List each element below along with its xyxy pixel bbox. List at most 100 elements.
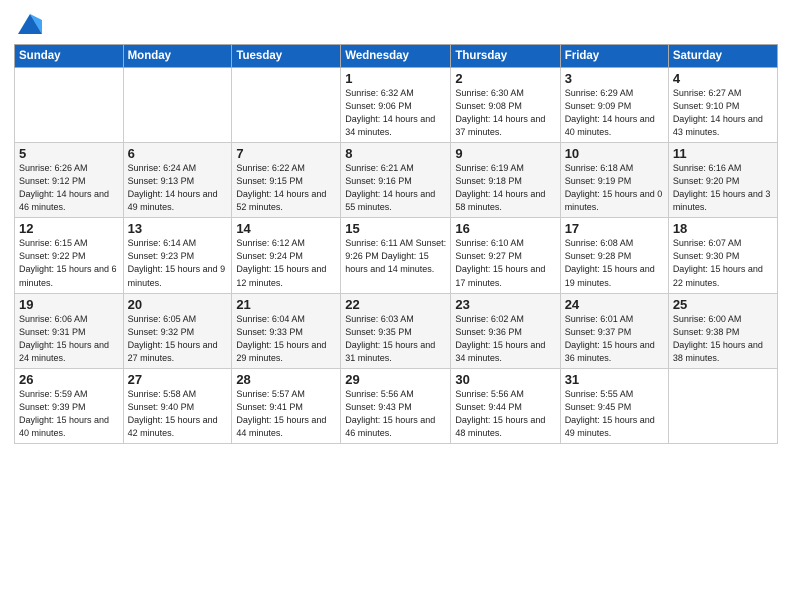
day-number: 7 <box>236 146 336 161</box>
calendar-cell: 27Sunrise: 5:58 AM Sunset: 9:40 PM Dayli… <box>123 368 232 443</box>
calendar-cell: 5Sunrise: 6:26 AM Sunset: 9:12 PM Daylig… <box>15 143 124 218</box>
day-info: Sunrise: 5:59 AM Sunset: 9:39 PM Dayligh… <box>19 388 119 440</box>
week-row-4: 26Sunrise: 5:59 AM Sunset: 9:39 PM Dayli… <box>15 368 778 443</box>
day-info: Sunrise: 6:21 AM Sunset: 9:16 PM Dayligh… <box>345 162 446 214</box>
day-header-friday: Friday <box>560 45 668 68</box>
day-info: Sunrise: 6:29 AM Sunset: 9:09 PM Dayligh… <box>565 87 664 139</box>
day-info: Sunrise: 5:56 AM Sunset: 9:43 PM Dayligh… <box>345 388 446 440</box>
days-header-row: SundayMondayTuesdayWednesdayThursdayFrid… <box>15 45 778 68</box>
calendar-cell: 9Sunrise: 6:19 AM Sunset: 9:18 PM Daylig… <box>451 143 560 218</box>
calendar-table: SundayMondayTuesdayWednesdayThursdayFrid… <box>14 44 778 444</box>
calendar-cell: 4Sunrise: 6:27 AM Sunset: 9:10 PM Daylig… <box>668 68 777 143</box>
calendar-body: 1Sunrise: 6:32 AM Sunset: 9:06 PM Daylig… <box>15 68 778 444</box>
calendar-cell: 7Sunrise: 6:22 AM Sunset: 9:15 PM Daylig… <box>232 143 341 218</box>
calendar-header: SundayMondayTuesdayWednesdayThursdayFrid… <box>15 45 778 68</box>
day-number: 15 <box>345 221 446 236</box>
day-number: 1 <box>345 71 446 86</box>
calendar-cell: 22Sunrise: 6:03 AM Sunset: 9:35 PM Dayli… <box>341 293 451 368</box>
calendar-cell: 31Sunrise: 5:55 AM Sunset: 9:45 PM Dayli… <box>560 368 668 443</box>
calendar-cell: 24Sunrise: 6:01 AM Sunset: 9:37 PM Dayli… <box>560 293 668 368</box>
day-number: 23 <box>455 297 555 312</box>
logo-icon <box>16 10 44 38</box>
calendar-cell: 25Sunrise: 6:00 AM Sunset: 9:38 PM Dayli… <box>668 293 777 368</box>
day-number: 22 <box>345 297 446 312</box>
day-info: Sunrise: 6:07 AM Sunset: 9:30 PM Dayligh… <box>673 237 773 289</box>
day-number: 26 <box>19 372 119 387</box>
day-number: 21 <box>236 297 336 312</box>
day-info: Sunrise: 6:04 AM Sunset: 9:33 PM Dayligh… <box>236 313 336 365</box>
day-info: Sunrise: 6:00 AM Sunset: 9:38 PM Dayligh… <box>673 313 773 365</box>
day-info: Sunrise: 6:22 AM Sunset: 9:15 PM Dayligh… <box>236 162 336 214</box>
calendar-cell: 21Sunrise: 6:04 AM Sunset: 9:33 PM Dayli… <box>232 293 341 368</box>
day-info: Sunrise: 5:58 AM Sunset: 9:40 PM Dayligh… <box>128 388 228 440</box>
day-header-thursday: Thursday <box>451 45 560 68</box>
calendar-cell: 29Sunrise: 5:56 AM Sunset: 9:43 PM Dayli… <box>341 368 451 443</box>
day-number: 19 <box>19 297 119 312</box>
day-number: 28 <box>236 372 336 387</box>
calendar-cell: 17Sunrise: 6:08 AM Sunset: 9:28 PM Dayli… <box>560 218 668 293</box>
calendar-cell: 26Sunrise: 5:59 AM Sunset: 9:39 PM Dayli… <box>15 368 124 443</box>
day-info: Sunrise: 6:27 AM Sunset: 9:10 PM Dayligh… <box>673 87 773 139</box>
calendar-cell: 20Sunrise: 6:05 AM Sunset: 9:32 PM Dayli… <box>123 293 232 368</box>
day-number: 6 <box>128 146 228 161</box>
day-number: 16 <box>455 221 555 236</box>
week-row-1: 5Sunrise: 6:26 AM Sunset: 9:12 PM Daylig… <box>15 143 778 218</box>
page: SundayMondayTuesdayWednesdayThursdayFrid… <box>0 0 792 612</box>
day-info: Sunrise: 6:18 AM Sunset: 9:19 PM Dayligh… <box>565 162 664 214</box>
calendar-cell: 15Sunrise: 6:11 AM Sunset: 9:26 PM Dayli… <box>341 218 451 293</box>
day-info: Sunrise: 6:30 AM Sunset: 9:08 PM Dayligh… <box>455 87 555 139</box>
calendar-cell: 28Sunrise: 5:57 AM Sunset: 9:41 PM Dayli… <box>232 368 341 443</box>
day-info: Sunrise: 5:57 AM Sunset: 9:41 PM Dayligh… <box>236 388 336 440</box>
day-header-sunday: Sunday <box>15 45 124 68</box>
week-row-0: 1Sunrise: 6:32 AM Sunset: 9:06 PM Daylig… <box>15 68 778 143</box>
day-number: 10 <box>565 146 664 161</box>
calendar-cell: 30Sunrise: 5:56 AM Sunset: 9:44 PM Dayli… <box>451 368 560 443</box>
day-info: Sunrise: 6:15 AM Sunset: 9:22 PM Dayligh… <box>19 237 119 289</box>
calendar-cell: 10Sunrise: 6:18 AM Sunset: 9:19 PM Dayli… <box>560 143 668 218</box>
calendar-cell: 13Sunrise: 6:14 AM Sunset: 9:23 PM Dayli… <box>123 218 232 293</box>
day-info: Sunrise: 6:06 AM Sunset: 9:31 PM Dayligh… <box>19 313 119 365</box>
calendar-cell: 12Sunrise: 6:15 AM Sunset: 9:22 PM Dayli… <box>15 218 124 293</box>
calendar-cell: 18Sunrise: 6:07 AM Sunset: 9:30 PM Dayli… <box>668 218 777 293</box>
day-number: 13 <box>128 221 228 236</box>
day-number: 25 <box>673 297 773 312</box>
day-header-tuesday: Tuesday <box>232 45 341 68</box>
calendar-cell <box>668 368 777 443</box>
day-info: Sunrise: 6:16 AM Sunset: 9:20 PM Dayligh… <box>673 162 773 214</box>
day-header-monday: Monday <box>123 45 232 68</box>
day-header-wednesday: Wednesday <box>341 45 451 68</box>
day-number: 27 <box>128 372 228 387</box>
day-info: Sunrise: 6:03 AM Sunset: 9:35 PM Dayligh… <box>345 313 446 365</box>
day-number: 18 <box>673 221 773 236</box>
calendar-cell: 8Sunrise: 6:21 AM Sunset: 9:16 PM Daylig… <box>341 143 451 218</box>
day-number: 12 <box>19 221 119 236</box>
week-row-2: 12Sunrise: 6:15 AM Sunset: 9:22 PM Dayli… <box>15 218 778 293</box>
day-number: 5 <box>19 146 119 161</box>
day-number: 9 <box>455 146 555 161</box>
day-info: Sunrise: 6:10 AM Sunset: 9:27 PM Dayligh… <box>455 237 555 289</box>
calendar-cell <box>123 68 232 143</box>
calendar-cell: 3Sunrise: 6:29 AM Sunset: 9:09 PM Daylig… <box>560 68 668 143</box>
day-info: Sunrise: 6:01 AM Sunset: 9:37 PM Dayligh… <box>565 313 664 365</box>
day-number: 8 <box>345 146 446 161</box>
day-number: 17 <box>565 221 664 236</box>
calendar-cell: 23Sunrise: 6:02 AM Sunset: 9:36 PM Dayli… <box>451 293 560 368</box>
day-info: Sunrise: 5:56 AM Sunset: 9:44 PM Dayligh… <box>455 388 555 440</box>
day-info: Sunrise: 6:14 AM Sunset: 9:23 PM Dayligh… <box>128 237 228 289</box>
day-info: Sunrise: 6:05 AM Sunset: 9:32 PM Dayligh… <box>128 313 228 365</box>
calendar-cell: 11Sunrise: 6:16 AM Sunset: 9:20 PM Dayli… <box>668 143 777 218</box>
calendar-cell: 1Sunrise: 6:32 AM Sunset: 9:06 PM Daylig… <box>341 68 451 143</box>
header <box>14 10 778 38</box>
day-info: Sunrise: 6:19 AM Sunset: 9:18 PM Dayligh… <box>455 162 555 214</box>
day-info: Sunrise: 6:08 AM Sunset: 9:28 PM Dayligh… <box>565 237 664 289</box>
day-info: Sunrise: 6:02 AM Sunset: 9:36 PM Dayligh… <box>455 313 555 365</box>
day-number: 3 <box>565 71 664 86</box>
calendar-cell: 6Sunrise: 6:24 AM Sunset: 9:13 PM Daylig… <box>123 143 232 218</box>
day-number: 20 <box>128 297 228 312</box>
day-info: Sunrise: 6:12 AM Sunset: 9:24 PM Dayligh… <box>236 237 336 289</box>
day-number: 14 <box>236 221 336 236</box>
calendar-cell: 14Sunrise: 6:12 AM Sunset: 9:24 PM Dayli… <box>232 218 341 293</box>
day-number: 11 <box>673 146 773 161</box>
calendar-cell <box>15 68 124 143</box>
day-number: 29 <box>345 372 446 387</box>
